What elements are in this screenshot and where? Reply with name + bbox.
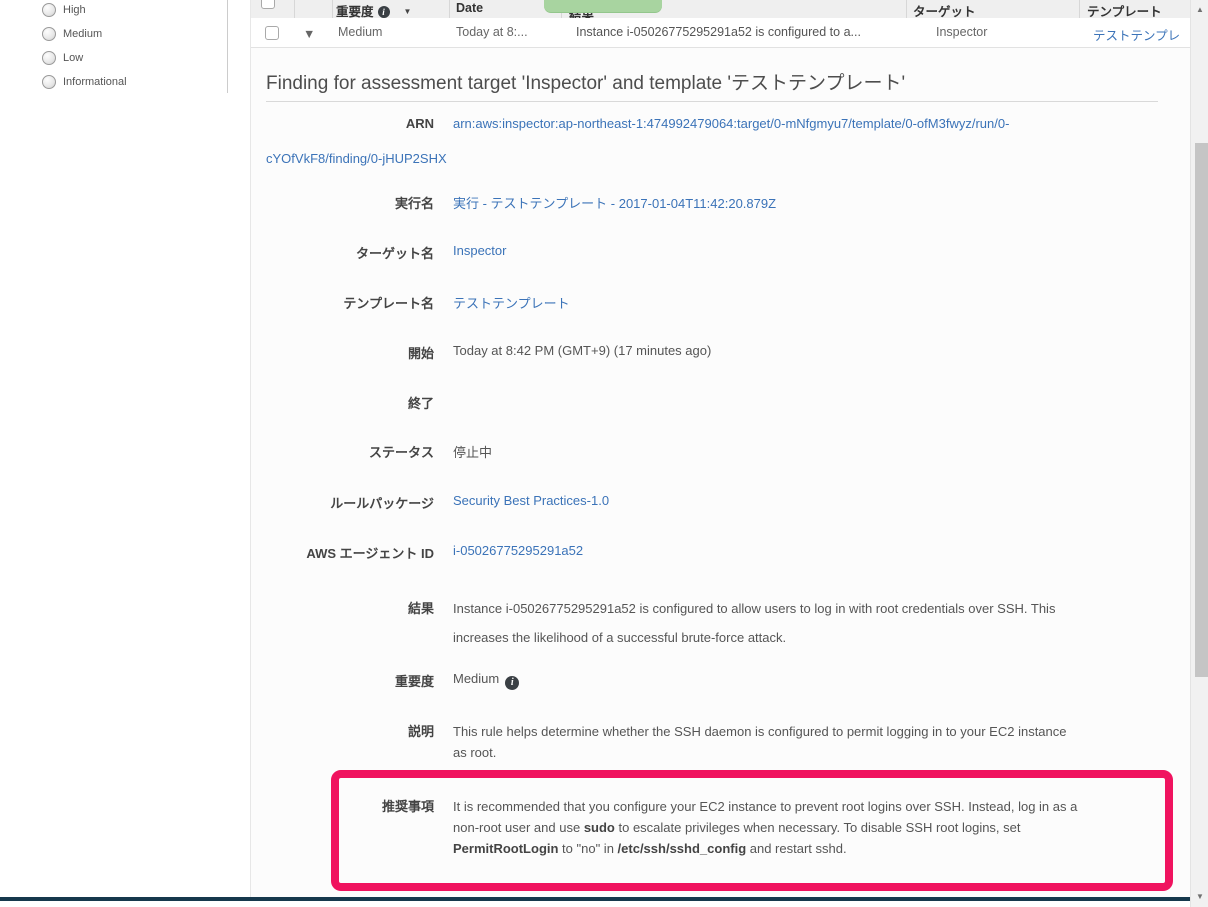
severity-label: 重要度 — [266, 671, 434, 690]
target-name-link[interactable]: Inspector — [453, 243, 506, 258]
scrollbar-thumb[interactable] — [1195, 143, 1208, 677]
finding-label: 結果 — [266, 594, 434, 623]
radio-button-icon[interactable] — [42, 51, 56, 65]
radio-button-icon[interactable] — [42, 27, 56, 41]
agent-id-label: AWS エージェント ID — [266, 543, 434, 562]
filter-option-low[interactable]: Low — [42, 51, 83, 65]
detail-row-template-name: テンプレート名 テストテンプレート — [266, 293, 570, 312]
row-template-link[interactable]: テストテンプレ — [1093, 29, 1180, 43]
recommendation-segment: to "no" in — [558, 841, 617, 856]
filter-label-low: Low — [63, 52, 83, 64]
severity-value: Mediumi — [453, 671, 519, 690]
column-header-date[interactable]: Date — [456, 1, 483, 15]
tooltip-bubble — [544, 0, 662, 13]
row-target-link[interactable]: Inspector — [936, 25, 987, 39]
row-finding-summary: Instance i-05026775295291a52 is configur… — [576, 25, 861, 39]
detail-row-finding: 結果 Instance i-05026775295291a52 is confi… — [266, 594, 1138, 652]
info-icon[interactable]: i — [378, 6, 390, 18]
findings-content-pane: 重要度 i ▼ Date 結果 ターゲット テンプレート ▼ Medium Toda… — [250, 0, 1191, 897]
info-icon[interactable]: i — [505, 676, 519, 690]
scroll-up-icon[interactable]: ▲ — [1191, 2, 1208, 18]
column-header-target[interactable]: ターゲット — [913, 1, 976, 19]
detail-row-start: 開始 Today at 8:42 PM (GMT+9) (17 minutes … — [266, 343, 711, 362]
title-divider — [266, 101, 1158, 102]
sort-caret-icon[interactable]: ▼ — [404, 7, 412, 16]
detail-row-arn: ARNarn:aws:inspector:ap-northeast-1:4749… — [266, 106, 1176, 176]
rules-package-value: Security Best Practices-1.0 — [453, 493, 609, 508]
row-template-cell: テストテンプレ — [1093, 25, 1189, 44]
filter-option-informational[interactable]: Informational — [42, 75, 127, 89]
filter-label-high: High — [63, 4, 86, 16]
column-divider — [906, 0, 907, 18]
recommendation-segment-bold: PermitRootLogin — [453, 841, 558, 856]
findings-table-header: 重要度i▼ Date 結果 ターゲット テンプレート — [251, 0, 1191, 19]
column-header-severity[interactable]: 重要度 i ▼ — [336, 1, 411, 19]
detail-row-description: 説明 This rule helps determine whether the… — [266, 721, 1138, 763]
template-name-value: テストテンプレート — [453, 293, 570, 312]
page-title: Finding for assessment target 'Inspector… — [266, 68, 905, 95]
recommendation-segment: to escalate privileges when necessary. T… — [615, 820, 1021, 835]
detail-row-agent-id: AWS エージェント ID i-05026775295291a52 — [266, 543, 583, 562]
run-name-value: 実行 - テストテンプレート - 2017-01-04T11:42:20.879… — [453, 193, 776, 212]
start-label: 開始 — [266, 343, 434, 362]
description-value: This rule helps determine whether the SS… — [453, 721, 1138, 763]
rules-package-label: ルールパッケージ — [266, 493, 434, 512]
sidebar-divider — [227, 0, 228, 93]
arn-label: ARN — [266, 106, 434, 141]
description-label: 説明 — [266, 721, 434, 742]
row-expander-icon[interactable]: ▼ — [303, 27, 315, 41]
severity-filter-panel: High Medium Low Informational — [0, 0, 227, 120]
start-value: Today at 8:42 PM (GMT+9) (17 minutes ago… — [453, 343, 711, 358]
radio-button-icon[interactable] — [42, 3, 56, 17]
target-name-value: Inspector — [453, 243, 506, 258]
filter-option-medium[interactable]: Medium — [42, 27, 102, 41]
end-label: 終了 — [266, 393, 434, 412]
recommendation-label: 推奨事項 — [266, 796, 434, 817]
window-bottom-bar — [0, 897, 1190, 901]
column-header-severity-label: 重要度 — [336, 5, 374, 19]
template-name-link[interactable]: テストテンプレート — [453, 296, 570, 311]
column-divider — [449, 0, 450, 18]
rules-package-link[interactable]: Security Best Practices-1.0 — [453, 493, 609, 508]
row-severity: Medium — [338, 25, 382, 39]
row-date: Today at 8:... — [456, 25, 528, 39]
status-value: 停止中 — [453, 442, 492, 461]
recommendation-value: It is recommended that you configure you… — [453, 796, 1148, 859]
column-divider — [1079, 0, 1080, 18]
recommendation-segment-bold: /etc/ssh/sshd_config — [618, 841, 747, 856]
detail-row-severity: 重要度 Mediumi — [266, 671, 519, 690]
aws-inspector-finding-page: High Medium Low Informational 重要度 i ▼ — [0, 0, 1208, 907]
agent-id-link[interactable]: i-05026775295291a52 — [453, 543, 583, 558]
row-checkbox[interactable] — [265, 26, 279, 40]
target-name-label: ターゲット名 — [266, 243, 434, 262]
column-header-template[interactable]: テンプレート — [1087, 1, 1162, 19]
select-all-checkbox[interactable] — [261, 0, 275, 9]
run-name-label: 実行名 — [266, 193, 434, 212]
detail-row-rules-package: ルールパッケージ Security Best Practices-1.0 — [266, 493, 609, 512]
detail-row-status: ステータス 停止中 — [266, 442, 492, 461]
vertical-scrollbar[interactable]: ▲ ▼ — [1190, 0, 1208, 907]
agent-id-value: i-05026775295291a52 — [453, 543, 583, 558]
detail-row-recommendation: 推奨事項 It is recommended that you configur… — [266, 796, 1148, 859]
column-divider — [332, 0, 333, 18]
detail-row-run-name: 実行名 実行 - テストテンプレート - 2017-01-04T11:42:20… — [266, 193, 776, 212]
detail-row-target-name: ターゲット名 Inspector — [266, 243, 506, 262]
filter-label-informational: Informational — [63, 76, 127, 88]
filter-label-medium: Medium — [63, 28, 102, 40]
run-name-link[interactable]: 実行 - テストテンプレート - 2017-01-04T11:42:20.879… — [453, 196, 776, 211]
severity-text: Medium — [453, 671, 499, 686]
finding-table-row[interactable]: ▼ Medium Today at 8:... Instance i-05026… — [251, 18, 1191, 48]
filter-option-high[interactable]: High — [42, 3, 86, 17]
recommendation-segment: and restart sshd. — [746, 841, 846, 856]
detail-row-end: 終了 — [266, 393, 453, 412]
radio-button-icon[interactable] — [42, 75, 56, 89]
finding-value: Instance i-05026775295291a52 is configur… — [453, 594, 1138, 652]
recommendation-segment-bold: sudo — [584, 820, 615, 835]
column-divider — [294, 0, 295, 18]
scroll-down-icon[interactable]: ▼ — [1191, 889, 1208, 905]
template-name-label: テンプレート名 — [266, 293, 434, 312]
status-label: ステータス — [266, 442, 434, 461]
